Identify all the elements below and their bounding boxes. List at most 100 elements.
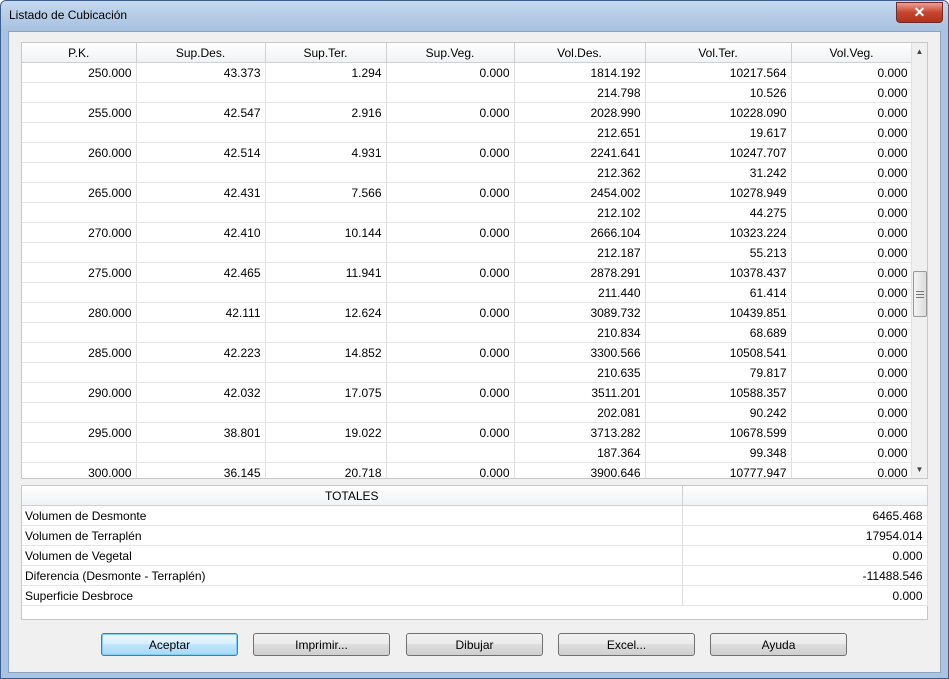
- table-cell: 0.000: [791, 222, 913, 243]
- table-row[interactable]: 210.635 79.817 0.000: [22, 362, 913, 383]
- table-cell: 0.000: [791, 442, 913, 463]
- totals-row: Superficie Desbroce 0.000: [22, 585, 928, 606]
- column-header-vol-veg[interactable]: Vol.Veg.: [791, 43, 913, 63]
- totals-label: Volumen de Vegetal: [22, 545, 683, 566]
- table-row[interactable]: 290.000 42.032 17.075 0.000 3511.201 10588.35…: [22, 382, 913, 403]
- table-cell: 42.514: [136, 142, 266, 163]
- table-cell: 1814.192: [514, 62, 646, 83]
- table-cell: 10439.851: [645, 302, 792, 323]
- table-row[interactable]: 270.000 42.410 10.144 0.000 2666.104 10323.22…: [22, 222, 913, 243]
- table-cell: 211.440: [514, 282, 646, 303]
- table-cell: 10378.437: [645, 262, 792, 283]
- table-cell: 2878.291: [514, 262, 646, 283]
- table-row[interactable]: 212.187 55.213 0.000: [22, 242, 913, 263]
- table-cell: 214.798: [514, 82, 646, 103]
- table-cell: 0.000: [386, 422, 515, 443]
- table-cell: 212.651: [514, 122, 646, 143]
- column-header-vol-des[interactable]: Vol.Des.: [514, 43, 646, 63]
- table-row[interactable]: 212.102 44.275 0.000: [22, 202, 913, 223]
- table-row[interactable]: 265.000 42.431 7.566 0.000 2454.002 10278.949…: [22, 182, 913, 203]
- table-row[interactable]: 300.000 36.145 20.718 0.000 3900.646 10777.94…: [22, 462, 913, 478]
- table-cell: [22, 402, 137, 423]
- table-cell: 0.000: [791, 342, 913, 363]
- column-header-pk[interactable]: P.K.: [22, 43, 137, 63]
- table-cell: [22, 202, 137, 223]
- table-cell: 42.431: [136, 182, 266, 203]
- table-cell: 17.075: [265, 382, 387, 403]
- totals-header-row: TOTALES: [22, 486, 928, 506]
- scroll-up-arrow-icon[interactable]: ▲: [912, 43, 927, 60]
- table-cell: 19.022: [265, 422, 387, 443]
- totals-body: Volumen de Desmonte 6465.468 Volumen de Te…: [22, 505, 928, 606]
- column-header-vol-ter[interactable]: Vol.Ter.: [645, 43, 792, 63]
- table-cell: [136, 242, 266, 263]
- cubicacion-grid: P.K. Sup.Des. Sup.Ter. Sup.Veg. Vol.Des.…: [21, 42, 928, 479]
- table-cell: [22, 442, 137, 463]
- table-cell: 212.187: [514, 242, 646, 263]
- table-row[interactable]: 260.000 42.514 4.931 0.000 2241.641 10247.707…: [22, 142, 913, 163]
- close-button[interactable]: ✕: [896, 2, 943, 23]
- table-row[interactable]: 295.000 38.801 19.022 0.000 3713.282 10678.59…: [22, 422, 913, 443]
- table-cell: [265, 282, 387, 303]
- excel-button[interactable]: Excel...: [558, 633, 695, 656]
- title-bar[interactable]: Listado de Cubicación ✕: [1, 1, 948, 31]
- table-row[interactable]: 212.362 31.242 0.000: [22, 162, 913, 183]
- ayuda-button[interactable]: Ayuda: [710, 633, 847, 656]
- table-cell: 0.000: [791, 142, 913, 163]
- vertical-scrollbar[interactable]: ▲ ▼: [911, 43, 927, 478]
- table-cell: 295.000: [22, 422, 137, 443]
- table-cell: 0.000: [386, 462, 515, 478]
- column-header-sup-ter[interactable]: Sup.Ter.: [265, 43, 387, 63]
- table-row[interactable]: 210.834 68.689 0.000: [22, 322, 913, 343]
- table-row[interactable]: 202.081 90.242 0.000: [22, 402, 913, 423]
- table-cell: 0.000: [791, 242, 913, 263]
- table-row[interactable]: 280.000 42.111 12.624 0.000 3089.732 10439.85…: [22, 302, 913, 323]
- table-cell: 42.547: [136, 102, 266, 123]
- scroll-down-arrow-icon[interactable]: ▼: [912, 461, 927, 478]
- totals-value: -11488.546: [682, 565, 928, 586]
- table-body: 250.000 43.373 1.294 0.000 1814.192 10217.564…: [22, 62, 913, 478]
- table-cell: 0.000: [791, 182, 913, 203]
- dibujar-button[interactable]: Dibujar: [406, 633, 543, 656]
- table-cell: 0.000: [791, 122, 913, 143]
- totals-header: TOTALES: [22, 486, 683, 506]
- scrollbar-thumb[interactable]: [913, 271, 927, 317]
- table-cell: 42.111: [136, 302, 266, 323]
- table-row[interactable]: 275.000 42.465 11.941 0.000 2878.291 10378.43…: [22, 262, 913, 283]
- table-cell: 0.000: [791, 422, 913, 443]
- table-cell: 10508.541: [645, 342, 792, 363]
- table-row[interactable]: 212.651 19.617 0.000: [22, 122, 913, 143]
- table-cell: [386, 242, 515, 263]
- table-cell: [265, 242, 387, 263]
- table-cell: 10278.949: [645, 182, 792, 203]
- totals-value: 17954.014: [682, 525, 928, 546]
- table-cell: 99.348: [645, 442, 792, 463]
- table-cell: [265, 162, 387, 183]
- table-cell: 3511.201: [514, 382, 646, 403]
- table-cell: [265, 402, 387, 423]
- table-row[interactable]: 255.000 42.547 2.916 0.000 2028.990 10228.090…: [22, 102, 913, 123]
- table-cell: 275.000: [22, 262, 137, 283]
- column-header-sup-des[interactable]: Sup.Des.: [136, 43, 266, 63]
- table-row[interactable]: 187.364 99.348 0.000: [22, 442, 913, 463]
- table-row[interactable]: 285.000 42.223 14.852 0.000 3300.566 10508.54…: [22, 342, 913, 363]
- table-cell: [22, 282, 137, 303]
- table-cell: 187.364: [514, 442, 646, 463]
- table-row[interactable]: 250.000 43.373 1.294 0.000 1814.192 10217.564…: [22, 62, 913, 83]
- table-cell: [386, 162, 515, 183]
- imprimir-button[interactable]: Imprimir...: [253, 633, 390, 656]
- cubicacion-window: Listado de Cubicación ✕ P.K. Sup.Des. Su…: [0, 0, 949, 679]
- table-cell: 2666.104: [514, 222, 646, 243]
- table-cell: 212.102: [514, 202, 646, 223]
- table-cell: 0.000: [386, 342, 515, 363]
- table-cell: 3713.282: [514, 422, 646, 443]
- totals-row: Diferencia (Desmonte - Terraplén) -11488.…: [22, 565, 928, 586]
- column-header-sup-veg[interactable]: Sup.Veg.: [386, 43, 515, 63]
- table-cell: 10588.357: [645, 382, 792, 403]
- dialog-client-area: P.K. Sup.Des. Sup.Ter. Sup.Veg. Vol.Des.…: [8, 31, 941, 673]
- aceptar-button[interactable]: Aceptar: [101, 633, 238, 656]
- table-cell: [22, 122, 137, 143]
- table-row[interactable]: 214.798 10.526 0.000: [22, 82, 913, 103]
- table-cell: [22, 322, 137, 343]
- table-row[interactable]: 211.440 61.414 0.000: [22, 282, 913, 303]
